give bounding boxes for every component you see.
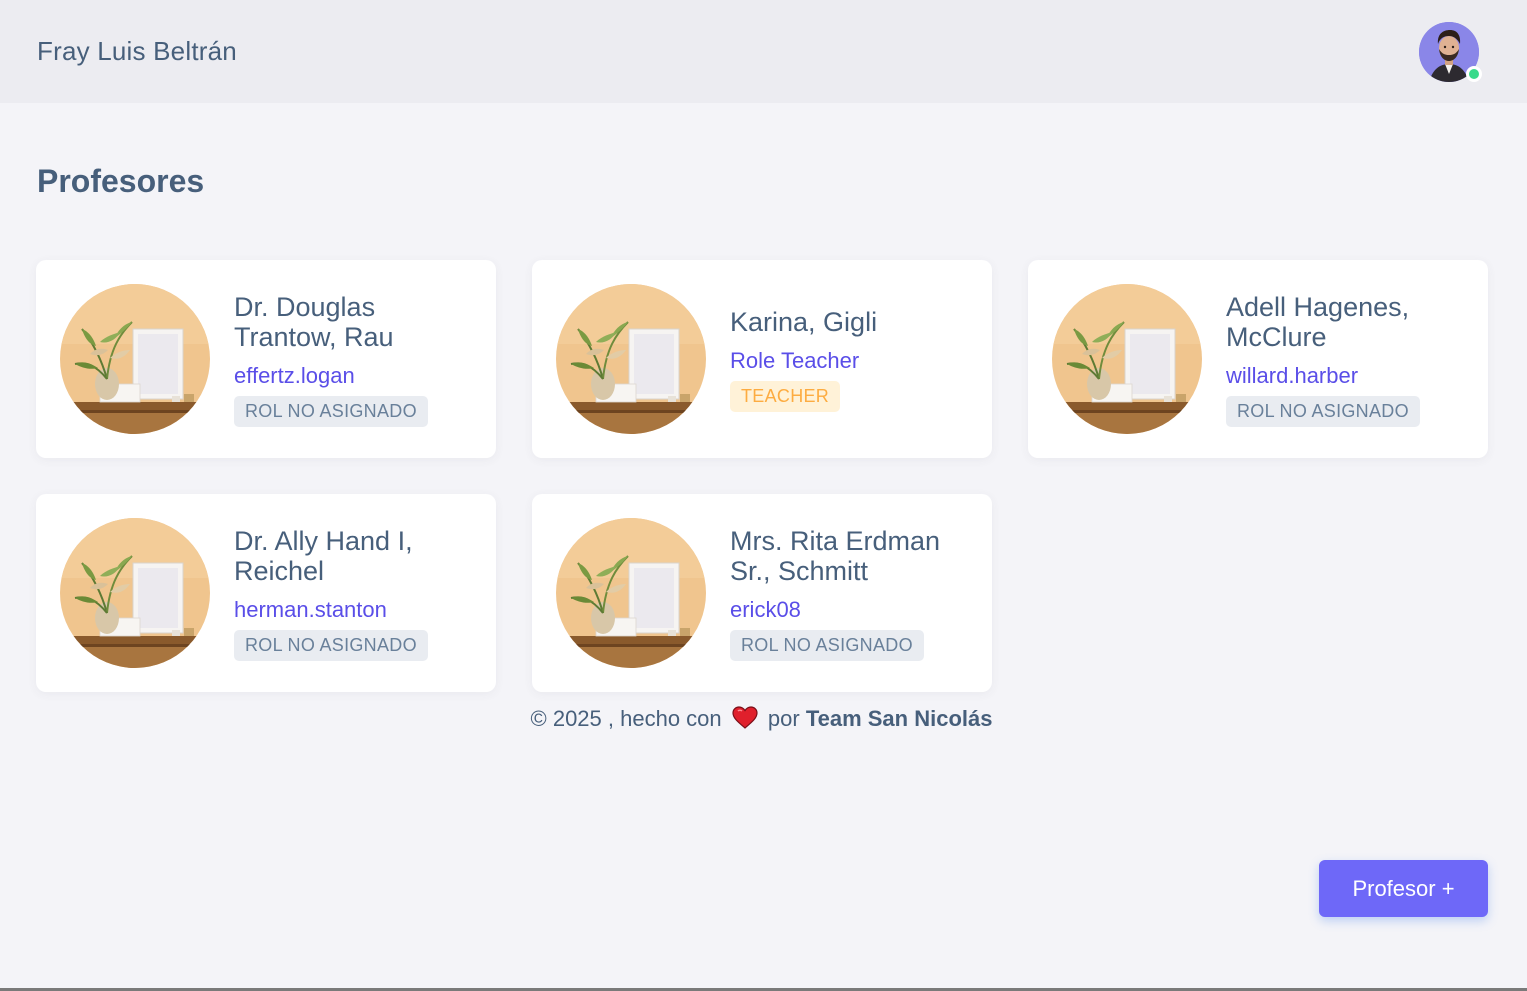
teacher-info: Karina, Gigli Role Teacher TEACHER [730,260,980,458]
footer: © 2025 , hecho con por Team San Nicolás [0,706,1523,736]
teacher-username: effertz.logan [234,362,355,388]
teacher-info: Adell Hagenes, McClure willard.harber RO… [1226,260,1476,458]
teacher-card[interactable]: Karina, Gigli Role Teacher TEACHER [532,260,992,458]
teacher-name: Adell Hagenes, McClure [1226,291,1410,352]
teacher-name: Dr. Ally Hand I, Reichel [234,525,413,586]
teacher-card[interactable]: Dr. Douglas Trantow, Rau effertz.logan R… [36,260,496,458]
teacher-name: Dr. Douglas Trantow, Rau [234,291,394,352]
teacher-photo [556,518,706,668]
add-teacher-button[interactable]: Profesor + [1319,860,1488,917]
role-badge: TEACHER [730,380,841,412]
teacher-username: herman.stanton [234,596,387,622]
teacher-username: willard.harber [1226,362,1359,388]
teacher-card[interactable]: Mrs. Rita Erdman Sr., Schmitt erick08 RO… [532,494,992,692]
heart-icon [732,706,758,736]
teacher-card[interactable]: Adell Hagenes, McClure willard.harber RO… [1028,260,1488,458]
teacher-name: Mrs. Rita Erdman Sr., Schmitt [730,525,941,586]
teacher-info: Dr. Douglas Trantow, Rau effertz.logan R… [234,260,484,458]
role-badge: ROL NO ASIGNADO [234,629,428,661]
teacher-card[interactable]: Dr. Ally Hand I, Reichel herman.stanton … [36,494,496,692]
teacher-info: Dr. Ally Hand I, Reichel herman.stanton … [234,494,484,692]
teacher-username: erick08 [730,596,801,622]
teacher-photo [60,518,210,668]
footer-by: por [767,706,800,731]
teacher-photo [60,284,210,434]
teacher-photo [1052,284,1202,434]
user-avatar[interactable] [1419,22,1482,82]
top-navbar: Fray Luis Beltrán [0,0,1527,103]
teacher-role-text: Role Teacher [730,347,860,373]
page-title: Profesores [37,163,205,199]
footer-copyright: © 2025 , hecho con [530,706,722,731]
footer-team: Team San Nicolás [805,706,993,731]
teacher-name: Karina, Gigli [730,306,878,337]
role-badge: ROL NO ASIGNADO [730,629,924,661]
role-badge: ROL NO ASIGNADO [234,395,428,427]
role-badge: ROL NO ASIGNADO [1226,395,1420,427]
online-status-dot [1466,66,1482,82]
teacher-photo [556,284,706,434]
school-name: Fray Luis Beltrán [37,36,237,66]
teacher-info: Mrs. Rita Erdman Sr., Schmitt erick08 RO… [730,494,980,692]
